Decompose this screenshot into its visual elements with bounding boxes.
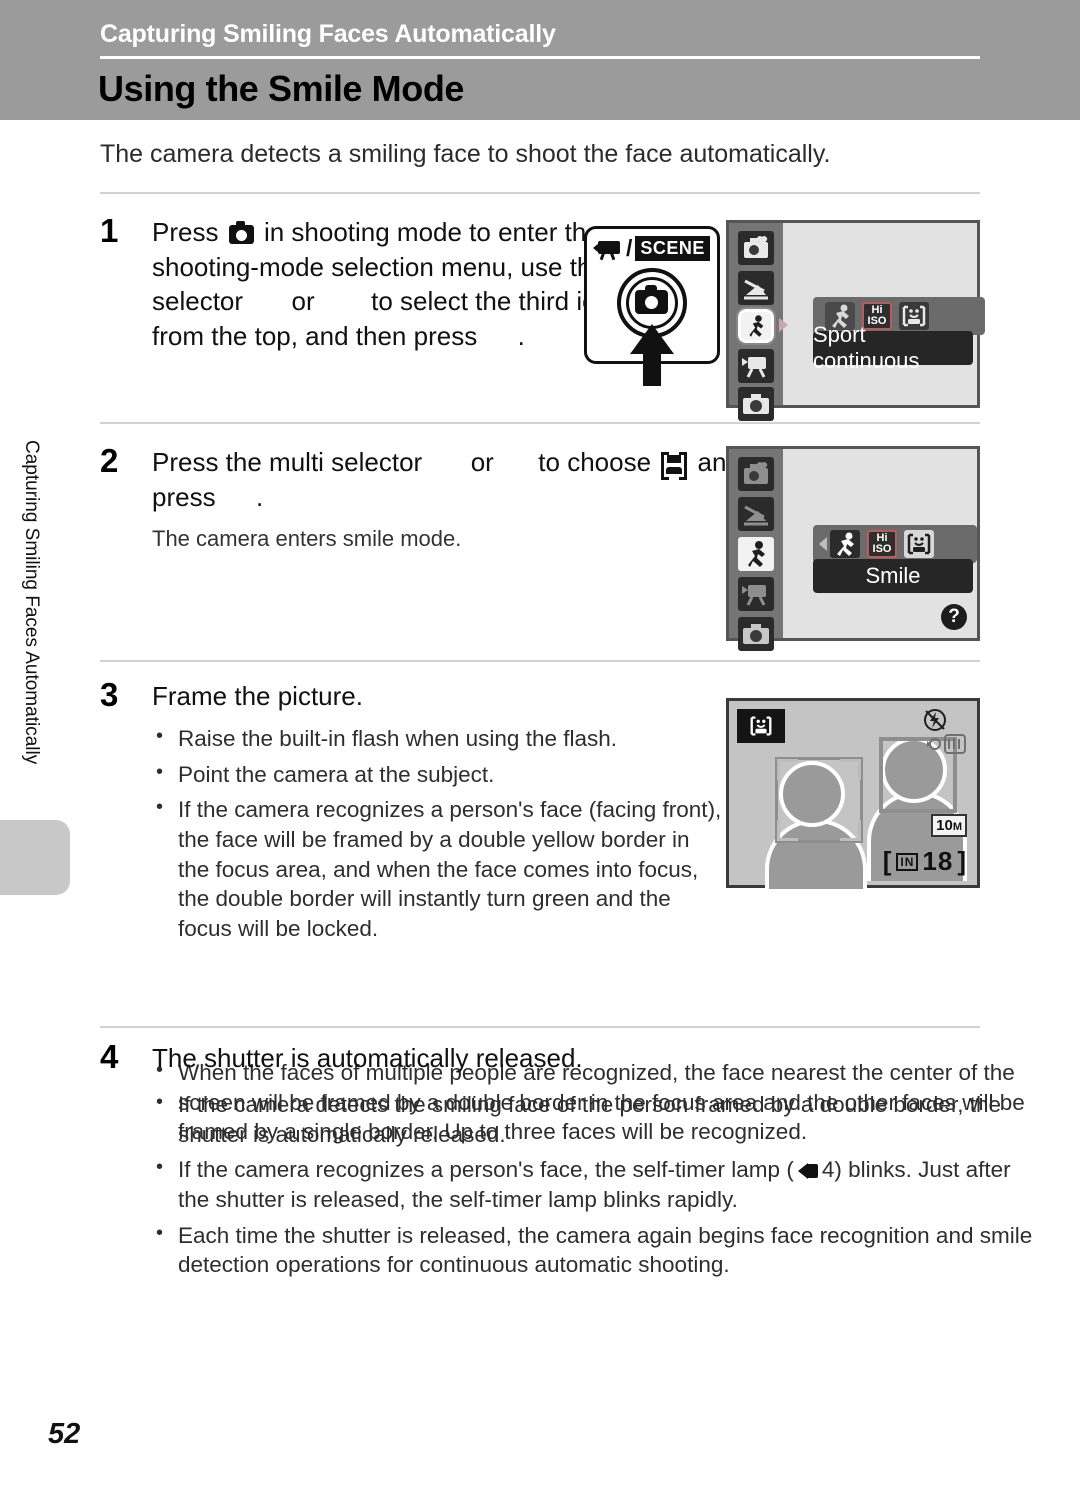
page-header-band: Capturing Smiling Faces Automatically Us…	[0, 0, 1080, 120]
help-badge-icon[interactable]: ?	[941, 604, 967, 630]
intro-text: The camera detects a smiling face to sho…	[100, 140, 831, 168]
step-2-text-e: .	[256, 481, 264, 512]
image-size-number: 10	[936, 817, 953, 834]
step-4-number: 4	[100, 1038, 119, 1075]
sidebar-item-movie[interactable]	[738, 349, 774, 383]
step-4-title: The shutter is automatically released.	[152, 1043, 583, 1073]
list-item: If the camera recognizes a person's face…	[150, 794, 725, 943]
smile-mode-badge-icon	[737, 709, 785, 743]
separator-slash: /	[626, 235, 633, 261]
sidebar2-item-portrait-heart[interactable]	[738, 457, 774, 491]
sidebar-item-portrait-heart[interactable]	[738, 231, 774, 265]
iso2-label-text: ISO	[872, 543, 892, 555]
shots-remaining-counter: [ IN 18 ]	[882, 846, 967, 876]
screen-step1: Hi ISO Sport continuous	[726, 220, 985, 421]
screen2-mode-label: Smile	[813, 559, 973, 593]
camera-glyph-icon	[635, 285, 668, 314]
image-size-badge: 10M	[931, 814, 967, 837]
step-3-title: Frame the picture.	[152, 681, 363, 711]
smile-mode-icon	[661, 452, 688, 480]
list-item: Point the camera at the subject.	[150, 759, 725, 790]
sidebar2-item-night-scene[interactable]	[738, 497, 774, 531]
selection-caret-icon	[779, 318, 788, 332]
self-timer-reference-icon	[797, 1162, 818, 1180]
step-4-bullets: If the camera detects the smiling face o…	[150, 1089, 1045, 1286]
step-3-bullets: Raise the built-in flash when using the …	[150, 723, 725, 950]
divider-3	[100, 660, 980, 662]
submenu2-smile-icon[interactable]	[904, 530, 934, 558]
submenu2-high-iso-icon[interactable]: Hi ISO	[867, 530, 897, 558]
button-illustration: / SCENE	[584, 226, 724, 386]
step-1-text-a: Press	[152, 217, 219, 247]
sidebar2-item-auto[interactable]	[738, 617, 774, 651]
header-divider	[100, 56, 980, 59]
step-1-number: 1	[100, 212, 119, 249]
step-4-selftimer-lead: If the camera recognizes a person's face…	[178, 1157, 794, 1183]
step-3-number: 3	[100, 676, 119, 713]
screen1-mode-column	[729, 223, 788, 421]
step-2-text-b: or	[470, 447, 494, 477]
step-2-note: The camera enters smile mode.	[152, 526, 462, 551]
step-2-number: 2	[100, 442, 119, 479]
screen2-mode-column	[729, 449, 783, 651]
press-arrow-up-icon	[630, 324, 674, 386]
mode-label-row: / SCENE	[593, 236, 710, 261]
live-preview: 10M [ IN 18 ]	[729, 701, 977, 889]
scene-badge: SCENE	[635, 236, 710, 261]
movie-camera-icon	[593, 239, 623, 260]
screen-step3: 10M [ IN 18 ]	[726, 698, 980, 889]
screen1-mode-label: Sport continuous	[813, 322, 973, 373]
submenu2-sport-icon[interactable]	[830, 530, 860, 558]
shots-remaining-value: 18	[922, 846, 954, 876]
sidebar-item-sport-continuous[interactable]	[736, 307, 776, 345]
camera-mode-icon	[228, 221, 254, 244]
screen-step2: Hi ISO Smile ?	[726, 446, 980, 651]
step-1-text-e: .	[517, 320, 525, 351]
sidebar2-item-sport-continuous[interactable]	[738, 537, 774, 571]
page-number: 52	[48, 1418, 81, 1450]
list-item: If the camera detects the smiling face o…	[150, 1089, 1045, 1149]
page-title: Using the Smile Mode	[98, 68, 465, 109]
screen2-submenu-row: Hi ISO	[813, 525, 977, 563]
list-item: Raise the built-in flash when using the …	[150, 723, 725, 754]
sidebar2-item-movie[interactable]	[738, 577, 774, 611]
camera-shake-icon	[925, 731, 971, 762]
divider-2	[100, 422, 980, 424]
side-tab-block	[0, 820, 70, 895]
chapter-title: Capturing Smiling Faces Automatically	[100, 20, 556, 48]
side-tab-label: Capturing Smiling Faces Automatically	[21, 440, 42, 765]
divider-1	[100, 192, 980, 194]
submenu-left-caret-icon	[819, 537, 827, 551]
sidebar-item-auto[interactable]	[738, 387, 774, 421]
step-2-text: Press the multi selector or to choose an…	[152, 445, 742, 514]
image-size-unit: M	[952, 821, 962, 833]
list-item: If the camera recognizes a person's face…	[150, 1154, 1045, 1214]
step-1-text-c: or	[291, 286, 315, 317]
step-2-text-a: Press the multi selector	[152, 447, 423, 477]
focus-frame-double	[775, 757, 863, 843]
divider-4	[100, 1026, 980, 1028]
step-2-text-c: to choose	[538, 447, 652, 477]
sidebar-item-night-scene[interactable]	[738, 271, 774, 305]
memory-label: IN	[896, 852, 919, 871]
list-item: Each time the shutter is released, the c…	[150, 1220, 1045, 1280]
